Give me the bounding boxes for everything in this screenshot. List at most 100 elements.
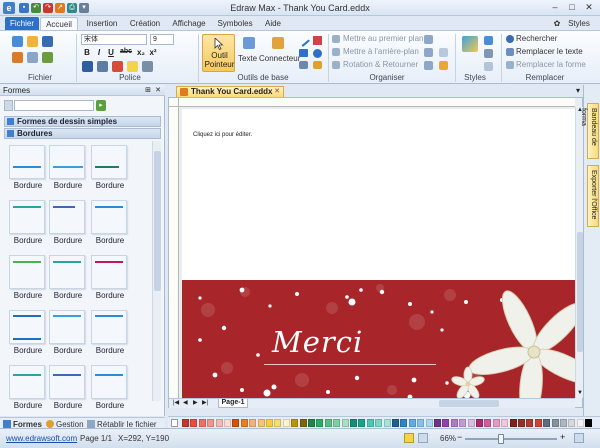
color-swatch[interactable] — [375, 419, 383, 427]
color-swatch[interactable] — [442, 419, 450, 427]
library-icon[interactable] — [4, 100, 13, 111]
align-shapes-icon[interactable] — [424, 35, 433, 44]
color-swatch[interactable] — [324, 419, 332, 427]
color-swatch[interactable] — [257, 419, 265, 427]
color-swatch[interactable] — [299, 419, 307, 427]
color-swatch[interactable] — [358, 419, 366, 427]
document-tab[interactable]: Thank You Card.eddx ✕ — [176, 86, 284, 97]
side-tab-format[interactable]: Bandeau de forma — [580, 103, 599, 159]
fill-icon[interactable] — [484, 36, 493, 45]
color-swatch[interactable] — [392, 419, 399, 427]
pin-icon[interactable]: ⊞ — [145, 85, 151, 96]
placeholder-text[interactable]: Cliquez ici pour éditer. — [193, 132, 252, 138]
styles-menu[interactable]: Styles — [564, 17, 594, 30]
color-swatch[interactable] — [484, 419, 492, 427]
font-size-select[interactable]: 9 — [150, 34, 174, 45]
prev-page-icon[interactable]: ◀ — [183, 399, 188, 406]
shape-search-input[interactable] — [14, 100, 94, 111]
ellipse-tool-icon[interactable] — [313, 49, 322, 58]
rotate-flip-button[interactable]: Rotation & Retourner — [343, 60, 418, 69]
category-borders[interactable]: Bordures — [4, 128, 161, 139]
border-shape-3[interactable]: Bordure — [88, 143, 134, 193]
cut-icon[interactable] — [12, 52, 23, 63]
color-swatch[interactable] — [518, 419, 525, 427]
color-swatch[interactable] — [560, 419, 567, 427]
color-swatch[interactable] — [425, 419, 433, 427]
tab-accueil[interactable]: Accueil — [40, 17, 78, 30]
strikethrough-button[interactable]: abc — [118, 48, 134, 55]
line-style-icon[interactable] — [484, 49, 493, 58]
size-icon[interactable] — [439, 48, 448, 57]
card-title-text[interactable]: Merci — [272, 325, 363, 359]
rectangle-tool-icon[interactable] — [299, 49, 308, 57]
connector-tool-label[interactable]: Connecteur — [259, 54, 300, 63]
styles-icon[interactable]: ✿ — [552, 17, 562, 30]
color-swatch[interactable] — [198, 419, 206, 427]
border-shape-9[interactable]: Bordure — [88, 253, 134, 303]
color-swatch[interactable] — [450, 419, 458, 427]
border-shape-15[interactable]: Bordure — [88, 363, 134, 413]
list-icon[interactable] — [97, 61, 108, 72]
curve-tool-icon[interactable] — [313, 36, 322, 45]
color-swatch[interactable] — [274, 419, 282, 427]
side-tab-export[interactable]: Exporter l'Office — [587, 165, 599, 227]
first-page-icon[interactable]: |◀ — [173, 399, 179, 406]
zoom-slider[interactable] — [465, 438, 557, 440]
page-tab[interactable]: Page-1 — [218, 399, 248, 408]
underline-button[interactable]: U — [106, 48, 116, 57]
color-swatch[interactable] — [408, 419, 416, 427]
color-swatch[interactable] — [576, 419, 584, 427]
next-page-icon[interactable]: ▶ — [193, 399, 198, 406]
website-link[interactable]: www.edrawsoft.com — [6, 434, 77, 443]
bring-to-front-button[interactable]: Mettre au premier plan — [343, 34, 423, 43]
paste-icon[interactable] — [42, 52, 53, 63]
color-swatch[interactable] — [282, 419, 290, 427]
color-swatch[interactable] — [501, 419, 509, 427]
highlight-icon[interactable] — [127, 61, 138, 72]
tab-insertion[interactable]: Insertion — [83, 17, 121, 30]
align-icon[interactable] — [82, 61, 93, 72]
save-file-icon[interactable] — [42, 36, 53, 47]
tab-aide[interactable]: Aide — [260, 17, 286, 30]
tab-creation[interactable]: Création — [126, 17, 164, 30]
color-swatch[interactable] — [266, 419, 273, 427]
color-swatch[interactable] — [509, 419, 517, 427]
color-swatch[interactable] — [249, 419, 257, 427]
color-swatch[interactable] — [400, 419, 408, 427]
color-swatch[interactable] — [417, 419, 425, 427]
zoom-slider-thumb[interactable] — [498, 434, 504, 444]
search-go-icon[interactable]: ▸ — [96, 100, 106, 111]
border-shape-11[interactable]: Bordure — [46, 308, 92, 358]
last-page-icon[interactable]: ▶| — [202, 399, 208, 406]
color-swatch[interactable] — [215, 419, 223, 427]
close-tab-icon[interactable]: ✕ — [274, 87, 280, 97]
border-shape-12[interactable]: Bordure — [88, 308, 134, 358]
close-button[interactable]: ✕ — [582, 2, 596, 13]
subscript-button[interactable]: x₂ — [136, 48, 146, 57]
italic-button[interactable]: I — [94, 48, 104, 57]
tab-list-icon[interactable]: ▾ — [576, 86, 580, 95]
horizontal-scrollbar-thumb[interactable] — [439, 400, 499, 407]
replace-text-button[interactable]: Remplacer le texte — [516, 47, 583, 56]
pointer-tool-button[interactable]: Outil Pointeur — [202, 34, 235, 72]
color-swatch[interactable] — [568, 419, 576, 427]
distribute-icon[interactable] — [424, 48, 433, 57]
theme-icon[interactable] — [462, 36, 478, 52]
color-swatch[interactable] — [551, 419, 559, 427]
color-swatch[interactable] — [333, 419, 341, 427]
card-red-panel[interactable]: Merci — [182, 280, 575, 405]
open-file-icon[interactable] — [27, 36, 38, 47]
color-swatch[interactable] — [240, 419, 248, 427]
border-shape-8[interactable]: Bordure — [46, 253, 92, 303]
color-swatch[interactable] — [182, 419, 189, 427]
tab-fichier[interactable]: Fichier — [5, 17, 39, 30]
zoom-in-icon[interactable]: + — [560, 432, 565, 442]
shapes-scrollbar[interactable] — [152, 141, 161, 401]
color-swatch[interactable] — [350, 419, 357, 427]
scrollbar-thumb[interactable] — [154, 151, 161, 291]
tab-affichage[interactable]: Affichage — [169, 17, 209, 30]
text-size-icon[interactable] — [142, 61, 153, 72]
color-swatch[interactable] — [190, 419, 198, 427]
color-swatch[interactable] — [543, 419, 551, 427]
color-swatch[interactable] — [291, 419, 299, 427]
